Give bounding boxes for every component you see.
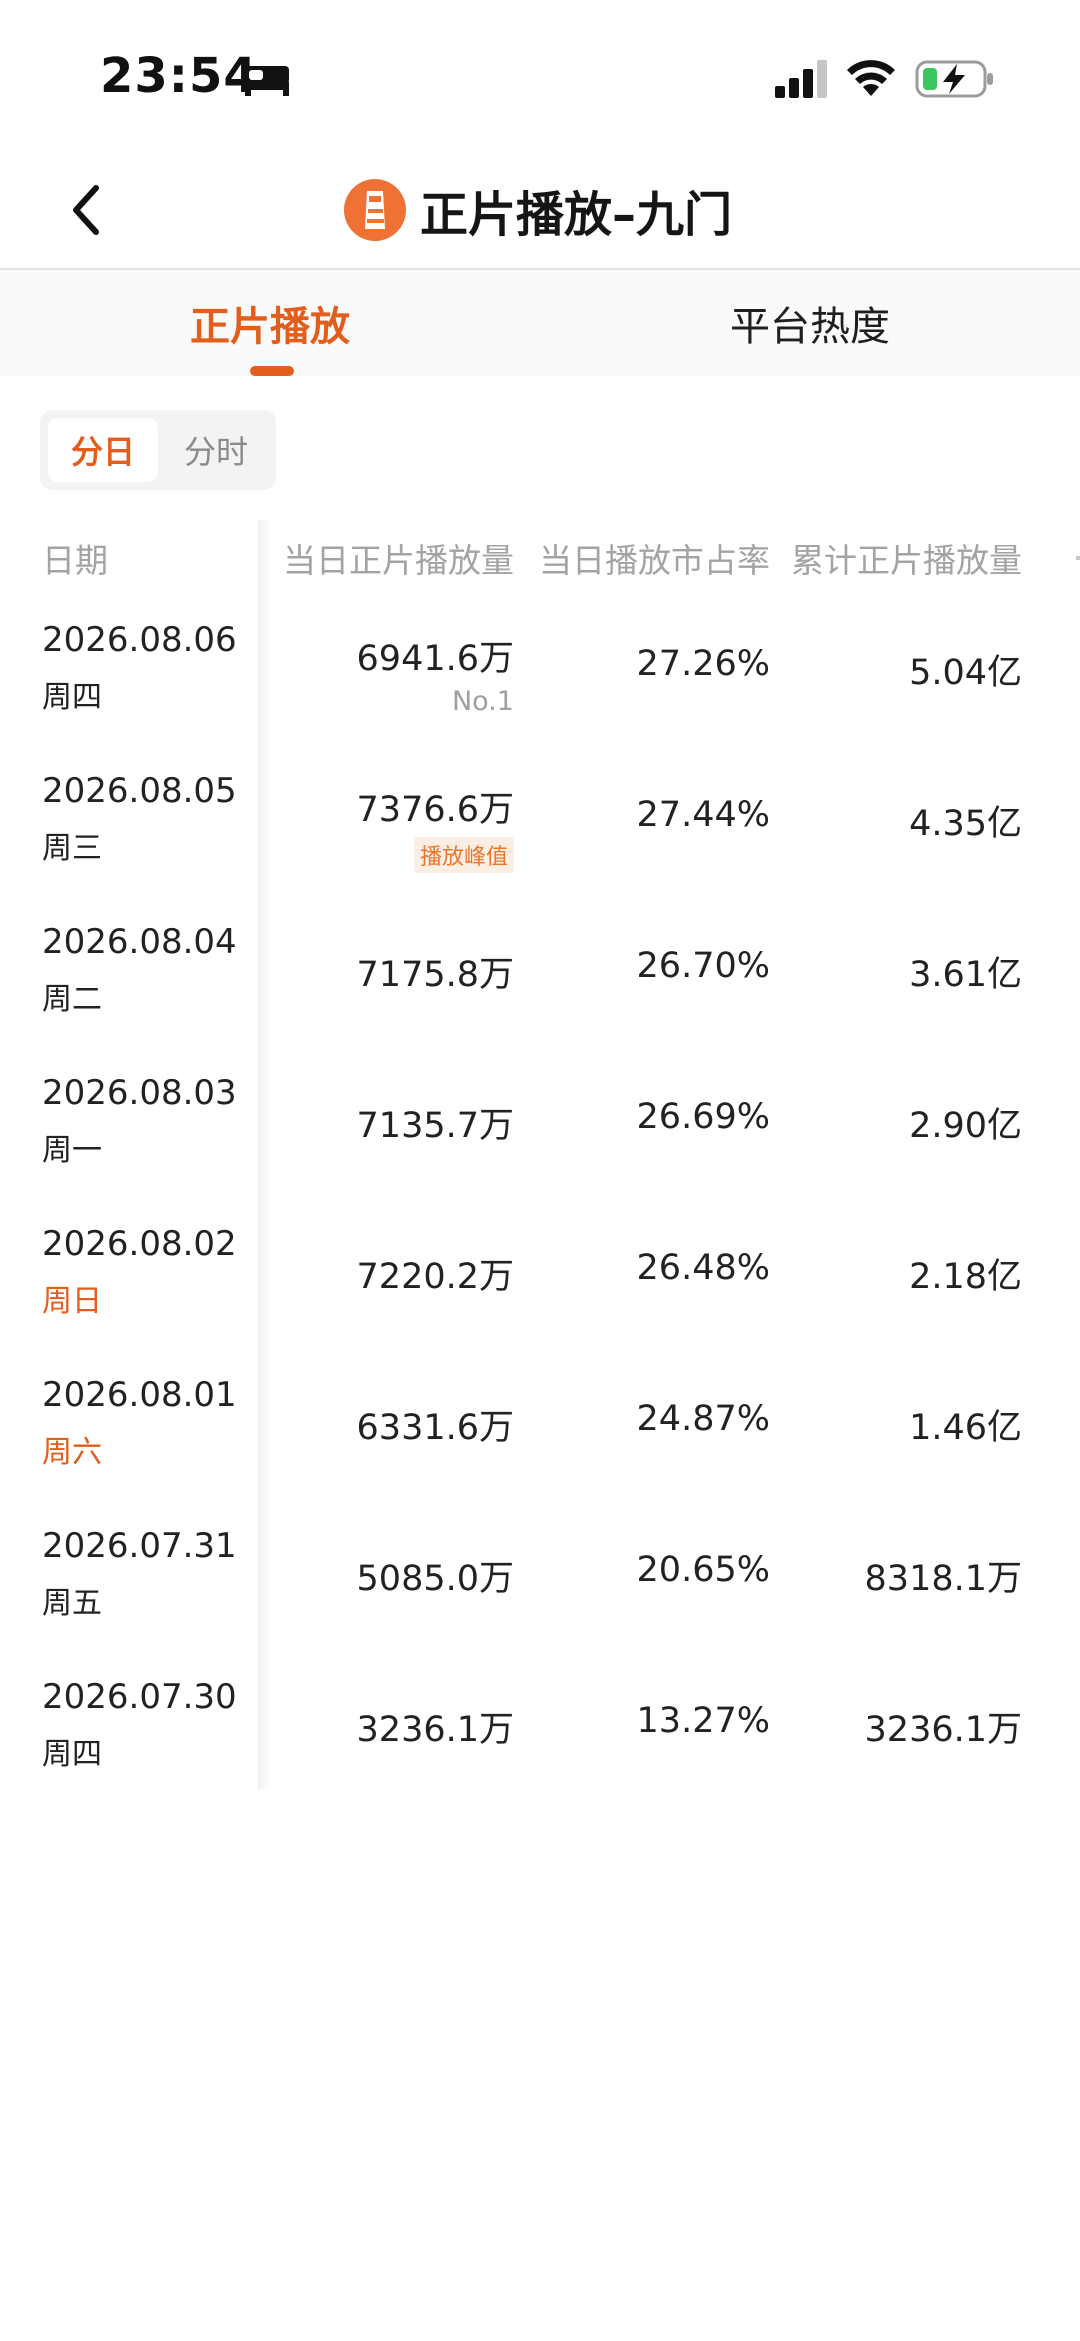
row-weekday: 周三: [42, 831, 102, 866]
row-market-share: 20.65%: [636, 1550, 770, 1590]
row-market-share: 27.26%: [636, 644, 770, 684]
row-cumulative-plays: 8318.1万: [864, 1559, 1022, 1599]
row-daily-plays: 6941.6万: [356, 639, 514, 679]
more-columns-hint: [1076, 556, 1080, 560]
lighthouse-logo-icon: [344, 179, 406, 241]
title-group: 正片播放–九门: [344, 172, 732, 248]
page-title: 正片播放–九门: [420, 187, 733, 243]
header-market-share: 当日播放市占率: [539, 541, 770, 580]
active-tab-indicator: [250, 366, 294, 376]
row-market-share: 26.48%: [636, 1248, 770, 1288]
row-daily-plays: 7220.2万: [356, 1257, 514, 1297]
sleep-focus-icon: [245, 66, 289, 96]
header-cumulative-plays: 累计正片播放量: [791, 541, 1022, 580]
header-date: 日期: [42, 541, 108, 580]
header-daily-plays: 当日正片播放量: [283, 541, 514, 580]
tab-platform-heat[interactable]: 平台热度: [610, 270, 1010, 376]
row-date: 2026.08.03: [42, 1073, 237, 1113]
row-weekday: 周四: [42, 1737, 102, 1772]
row-daily-plays: 3236.1万: [356, 1710, 514, 1750]
row-weekday: 周日: [42, 1284, 102, 1319]
row-cumulative-plays: 2.90亿: [909, 1106, 1022, 1146]
row-date: 2026.07.31: [42, 1526, 237, 1566]
row-daily-plays: 7135.7万: [356, 1106, 514, 1146]
row-cumulative-plays: 3236.1万: [864, 1710, 1022, 1750]
row-cumulative-plays: 1.46亿: [909, 1408, 1022, 1448]
row-market-share: 26.69%: [636, 1097, 770, 1137]
back-chevron-icon[interactable]: [62, 180, 112, 240]
row-date: 2026.08.02: [42, 1224, 237, 1264]
table-row: 2026.08.06 周四 6941.6万 No.1 27.26% 5.04亿: [0, 620, 1080, 771]
table-row: 2026.08.03 周一 7135.7万 26.69% 2.90亿: [0, 1073, 1080, 1224]
row-cumulative-plays: 3.61亿: [909, 955, 1022, 995]
row-daily-plays: 7175.8万: [356, 955, 514, 995]
row-rank-note: No.1: [451, 686, 514, 717]
row-daily-plays: 6331.6万: [356, 1408, 514, 1448]
row-cumulative-plays: 4.35亿: [909, 804, 1022, 844]
row-weekday: 周六: [42, 1435, 102, 1470]
row-market-share: 26.70%: [636, 946, 770, 986]
row-market-share: 24.87%: [636, 1399, 770, 1439]
table-row: 2026.07.31 周五 5085.0万 20.65% 8318.1万: [0, 1526, 1080, 1677]
row-weekday: 周一: [42, 1133, 102, 1168]
table-row: 2026.07.30 周四 3236.1万 13.27% 3236.1万: [0, 1677, 1080, 1828]
segment-hourly[interactable]: 分时: [164, 418, 268, 482]
battery-charging-icon: [915, 60, 993, 98]
row-date: 2026.08.04: [42, 922, 237, 962]
peak-play-badge: 播放峰值: [413, 837, 514, 873]
granularity-toggle: 分日 分时: [40, 410, 276, 490]
status-bar: 23:54: [0, 0, 1080, 150]
tab-bar: 正片播放 平台热度: [0, 270, 1080, 376]
row-weekday: 周二: [42, 982, 102, 1017]
row-cumulative-plays: 5.04亿: [909, 653, 1022, 693]
tab-feature-play[interactable]: 正片播放: [70, 270, 470, 376]
row-date: 2026.08.06: [42, 620, 237, 660]
row-weekday: 周五: [42, 1586, 102, 1621]
row-weekday: 周四: [42, 680, 102, 715]
row-cumulative-plays: 2.18亿: [909, 1257, 1022, 1297]
row-date: 2026.07.30: [42, 1677, 237, 1717]
status-time: 23:54: [100, 48, 258, 104]
table-header: 日期 当日正片播放量 当日播放市占率 累计正片播放量: [0, 520, 1080, 590]
table-row: 2026.08.02 周日 7220.2万 26.48% 2.18亿: [0, 1224, 1080, 1375]
row-market-share: 27.44%: [636, 795, 770, 835]
table-row: 2026.08.05 周三 7376.6万 播放峰值 27.44% 4.35亿: [0, 771, 1080, 922]
table-row: 2026.08.01 周六 6331.6万 24.87% 1.46亿: [0, 1375, 1080, 1526]
row-daily-plays: 7376.6万: [356, 790, 514, 830]
row-date: 2026.08.05: [42, 771, 237, 811]
cellular-signal-icon: [775, 60, 827, 98]
table-row: 2026.08.04 周二 7175.8万 26.70% 3.61亿: [0, 922, 1080, 1073]
play-data-table[interactable]: 日期 当日正片播放量 当日播放市占率 累计正片播放量 2026.08.06 周四…: [0, 520, 1080, 1790]
row-date: 2026.08.01: [42, 1375, 237, 1415]
wifi-icon: [847, 60, 895, 96]
row-market-share: 13.27%: [636, 1701, 770, 1741]
nav-bar: 正片播放–九门: [0, 150, 1080, 270]
segment-daily[interactable]: 分日: [48, 418, 158, 482]
row-daily-plays: 5085.0万: [356, 1559, 514, 1599]
